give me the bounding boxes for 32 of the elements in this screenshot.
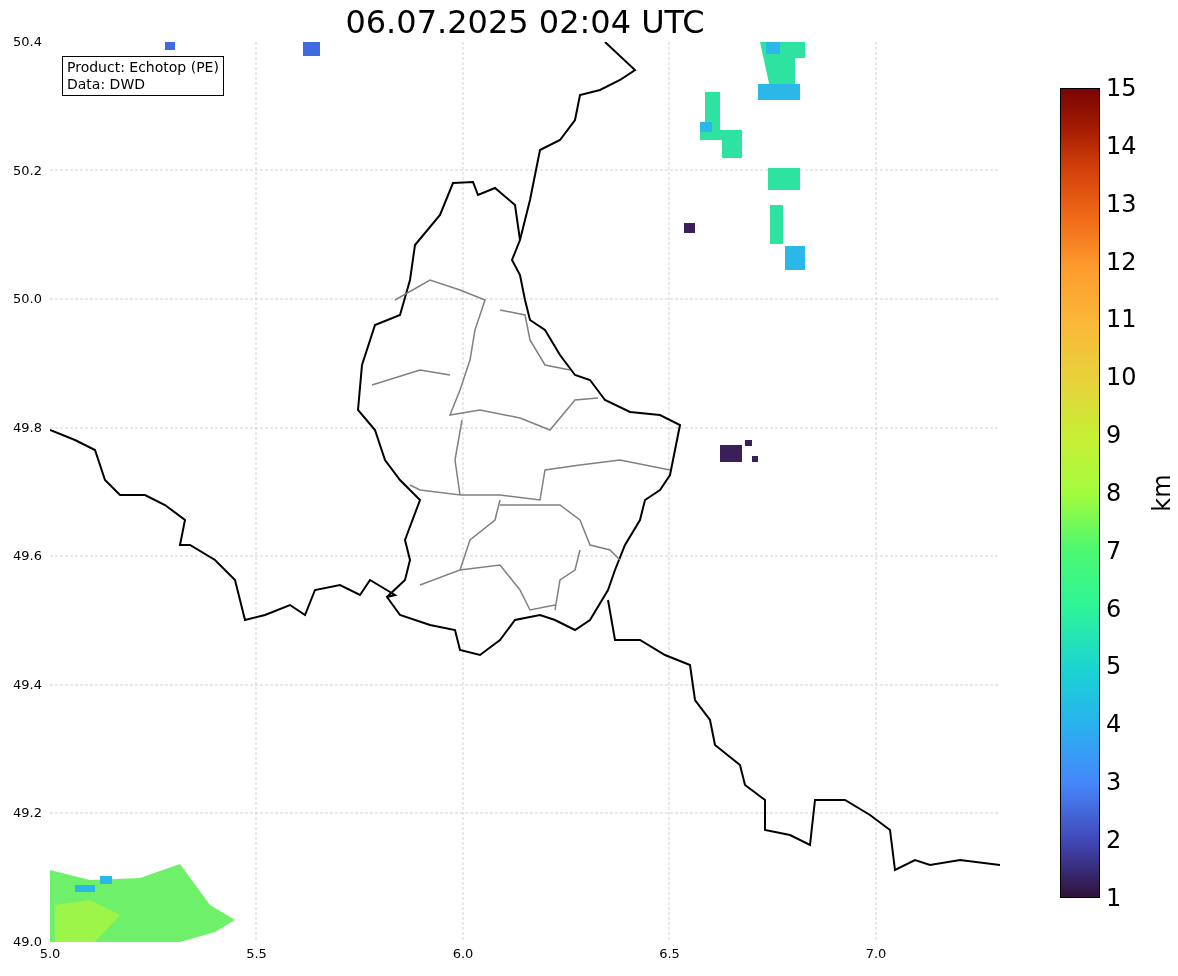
colorbar-tick-label: 4: [1106, 710, 1123, 739]
y-tick-label: 49.6: [13, 548, 42, 565]
colorbar-tick-label: 15: [1106, 74, 1137, 102]
y-tick-label: 49.2: [13, 805, 42, 822]
y-tick-label: 50.0: [13, 291, 42, 308]
colorbar-tick-label: 12: [1106, 247, 1137, 276]
y-tick-label: 50.4: [13, 34, 42, 50]
colorbar-tick-label: 8: [1106, 478, 1123, 507]
x-tick-label: 5.5: [245, 946, 268, 961]
colorbar-tick-label: 9: [1106, 421, 1123, 450]
colorbar-tick-label: 10: [1106, 363, 1137, 392]
legend-text: Data: DWD: [67, 76, 146, 93]
colorbar-label: km: [1147, 474, 1176, 512]
chart-title: 06.07.2025 02:04 UTC: [345, 2, 705, 42]
colorbar-tick-label: 7: [1106, 536, 1123, 565]
colorbar-tick-label: 14: [1106, 131, 1137, 160]
colorbar-tick-label: 13: [1106, 189, 1137, 218]
colorbar-tick-label: 1: [1106, 883, 1123, 912]
y-tick-label: 49.4: [13, 676, 42, 693]
colorbar-tick-label: 3: [1106, 768, 1123, 797]
x-tick-label: 7.0: [864, 946, 888, 961]
y-tick-label: 49.8: [13, 419, 42, 436]
colorbar-tick-label: 6: [1106, 594, 1123, 623]
x-tick-label: 6.0: [451, 946, 475, 961]
colorbar-tick-label: 5: [1106, 652, 1123, 681]
colorbar-tick-label: 11: [1106, 305, 1137, 334]
y-tick-label: 49.0: [13, 933, 42, 949]
colorbar-tick-label: 2: [1106, 825, 1123, 854]
x-tick-label: 6.5: [658, 946, 681, 961]
y-tick-label: 50.2: [13, 162, 42, 179]
legend-text: Product: Echotop (PE): [67, 59, 219, 76]
x-tick-label: 5.0: [38, 946, 62, 961]
